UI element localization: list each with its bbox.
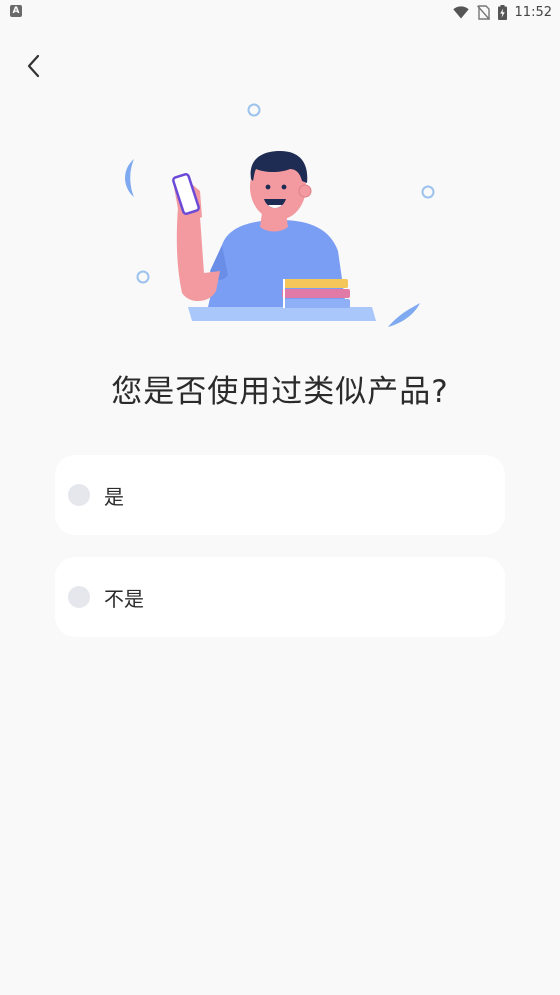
option-label-yes: 是 <box>104 484 124 509</box>
status-bar: A 11:52 <box>0 0 560 24</box>
phone-shape <box>172 172 200 216</box>
bubble-decoration <box>136 270 150 284</box>
option-yes[interactable]: 是 <box>55 455 505 535</box>
desk-shape <box>188 307 376 321</box>
clock: 11:52 <box>514 4 552 20</box>
radio-button-no[interactable] <box>68 586 90 608</box>
no-sim-icon <box>476 4 490 20</box>
bubble-decoration <box>421 185 435 199</box>
battery-charging-icon <box>497 4 507 20</box>
book-shape <box>282 289 350 298</box>
leaf-decoration <box>388 303 420 327</box>
person-holding-phone-illustration <box>125 103 435 327</box>
radio-button-yes[interactable] <box>68 484 90 506</box>
option-no[interactable]: 不是 <box>55 557 505 637</box>
book-shape <box>284 279 348 288</box>
option-label-no: 不是 <box>104 586 144 611</box>
book-shape <box>284 299 350 308</box>
back-button[interactable] <box>18 50 50 82</box>
arm-shape <box>176 207 220 302</box>
chevron-left-icon <box>27 54 40 78</box>
status-icons: 11:52 <box>452 3 552 21</box>
app-notification-icon: A <box>10 5 22 17</box>
bubble-decoration <box>247 103 261 117</box>
question-title: 您是否使用过类似产品? <box>111 374 449 410</box>
leaf-decoration <box>125 159 134 197</box>
wifi-icon <box>452 5 469 18</box>
